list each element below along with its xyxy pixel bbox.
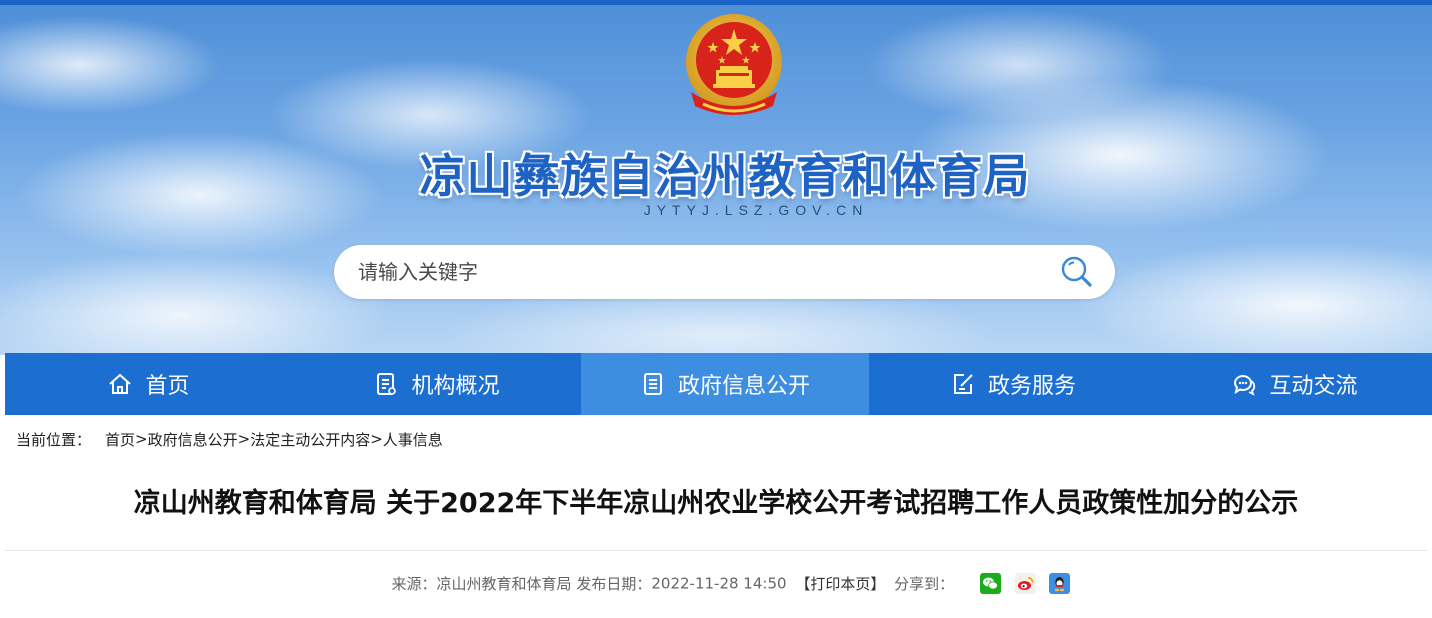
date-value: 2022-11-28 14:50 — [651, 574, 787, 593]
breadcrumb-separator: > — [135, 430, 148, 448]
breadcrumb-link-statutory-content[interactable]: 法定主动公开内容 — [250, 429, 370, 450]
home-icon — [107, 371, 133, 397]
nav-item-label: 政务服务 — [987, 374, 1076, 399]
nav-item-government-info[interactable]: 政府信息公开 — [581, 353, 869, 415]
qq-icon[interactable] — [1049, 573, 1071, 594]
nav-item-home[interactable]: 首页 — [5, 353, 292, 415]
search-box — [334, 245, 1115, 299]
info-document-icon — [640, 371, 666, 397]
nav-item-label: 机构概况 — [411, 374, 500, 399]
search-icon[interactable] — [1059, 254, 1095, 290]
breadcrumb-separator: > — [370, 430, 383, 448]
site-domain: JYTYJ.LSZ.GOV.CN — [643, 202, 869, 218]
breadcrumb-link-government-info[interactable]: 政府信息公开 — [148, 429, 238, 450]
nav-item-organization[interactable]: 机构概况 — [292, 353, 581, 415]
date-label: 发布日期： — [576, 575, 652, 593]
share-label: 分享到： — [894, 575, 955, 593]
breadcrumb-link-personnel-info[interactable]: 人事信息 — [383, 429, 443, 450]
main-nav: 首页 机构概况 政府信息公开 政务服务 互动交流 — [5, 353, 1432, 415]
nav-item-interaction[interactable]: 互动交流 — [1157, 353, 1432, 415]
breadcrumb-prefix: 当前位置： — [16, 430, 92, 449]
breadcrumb-separator: > — [237, 430, 251, 448]
wechat-icon[interactable] — [979, 573, 1001, 594]
source-value: 凉山州教育和体育局 — [436, 575, 572, 593]
nav-item-label: 互动交流 — [1269, 374, 1358, 399]
breadcrumb-link-home[interactable]: 首页 — [105, 429, 135, 450]
divider — [5, 550, 1427, 551]
share-icons — [971, 573, 1071, 594]
document-list-icon — [373, 371, 399, 397]
nav-item-label: 政府信息公开 — [677, 374, 810, 399]
chat-bubbles-icon — [1231, 371, 1257, 397]
source-label: 来源： — [391, 575, 437, 593]
weibo-icon[interactable] — [1014, 573, 1036, 594]
nav-item-services[interactable]: 政务服务 — [869, 353, 1157, 415]
site-title: 凉山彝族自治州教育和体育局 — [419, 149, 1031, 203]
article-meta: 来源：凉山州教育和体育局 发布日期：2022-11-28 14:50 【打印本页… — [0, 573, 1432, 594]
article-title: 凉山州教育和体育局 关于2022年下半年凉山州农业学校公开考试招聘工作人员政策性… — [133, 488, 1299, 519]
nav-item-label: 首页 — [145, 374, 190, 399]
edit-form-icon — [950, 371, 976, 397]
print-page-link[interactable]: 【打印本页】 — [795, 575, 885, 593]
national-emblem-icon — [686, 14, 782, 115]
page: 凉山彝族自治州教育和体育局 JYTYJ.LSZ.GOV.CN 首页 机构概况 政… — [0, 0, 1432, 618]
breadcrumb: 当前位置： 首页 > 政府信息公开 > 法定主动公开内容 > 人事信息 — [16, 428, 443, 450]
search-input[interactable] — [358, 257, 1038, 287]
